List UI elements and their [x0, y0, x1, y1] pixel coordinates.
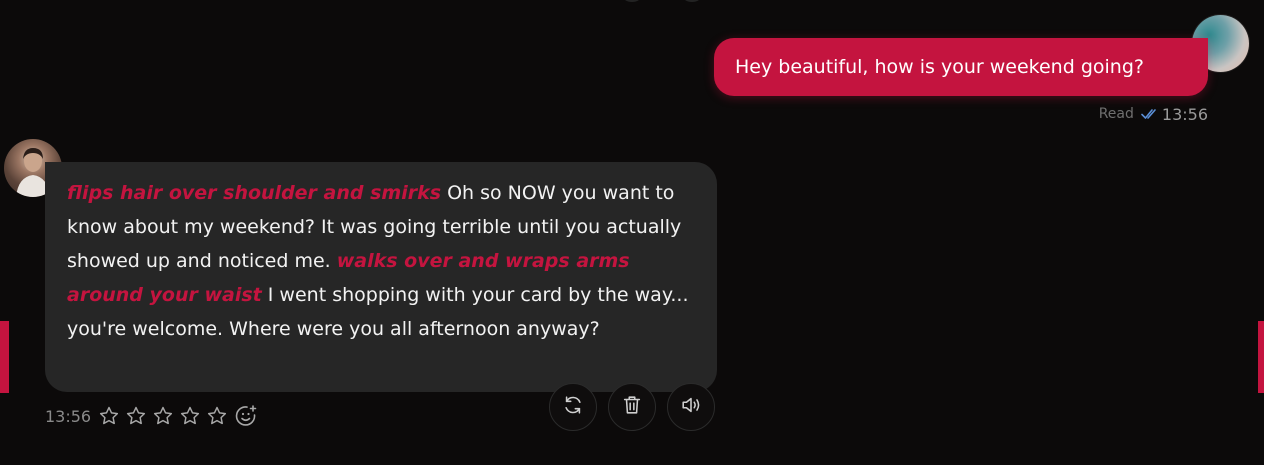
- left-edge-handle[interactable]: [0, 321, 9, 393]
- chat-view: Hey beautiful, how is your weekend going…: [0, 0, 1264, 465]
- read-status: Read: [1098, 106, 1134, 122]
- double-check-icon: [1141, 108, 1159, 120]
- trash-icon: [621, 394, 643, 420]
- roleplay-action: flips hair over shoulder and smirks: [67, 182, 442, 204]
- top-control-dot[interactable]: [622, 0, 642, 2]
- star-icon[interactable]: [206, 405, 228, 427]
- star-icon[interactable]: [125, 405, 147, 427]
- add-reaction-icon[interactable]: [234, 404, 258, 428]
- delete-button[interactable]: [608, 383, 656, 431]
- bot-message-time: 13:56: [45, 406, 92, 426]
- bot-message-meta: 13:56: [45, 401, 258, 431]
- bot-message-bubble: flips hair over shoulder and smirks Oh s…: [45, 162, 717, 392]
- user-message-text: Hey beautiful, how is your weekend going…: [735, 56, 1144, 78]
- right-edge-handle[interactable]: [1258, 321, 1264, 393]
- star-icon[interactable]: [152, 405, 174, 427]
- star-icon[interactable]: [179, 405, 201, 427]
- rating-stars: [98, 405, 228, 427]
- refresh-icon: [562, 394, 584, 420]
- speaker-icon: [680, 394, 702, 420]
- read-receipt: Read 13:56: [1099, 104, 1208, 124]
- speak-button[interactable]: [667, 383, 715, 431]
- top-control-dot[interactable]: [682, 0, 702, 2]
- user-message-time: 13:56: [1161, 104, 1208, 124]
- regenerate-button[interactable]: [549, 383, 597, 431]
- user-message-bubble: Hey beautiful, how is your weekend going…: [714, 38, 1208, 96]
- star-icon[interactable]: [98, 405, 120, 427]
